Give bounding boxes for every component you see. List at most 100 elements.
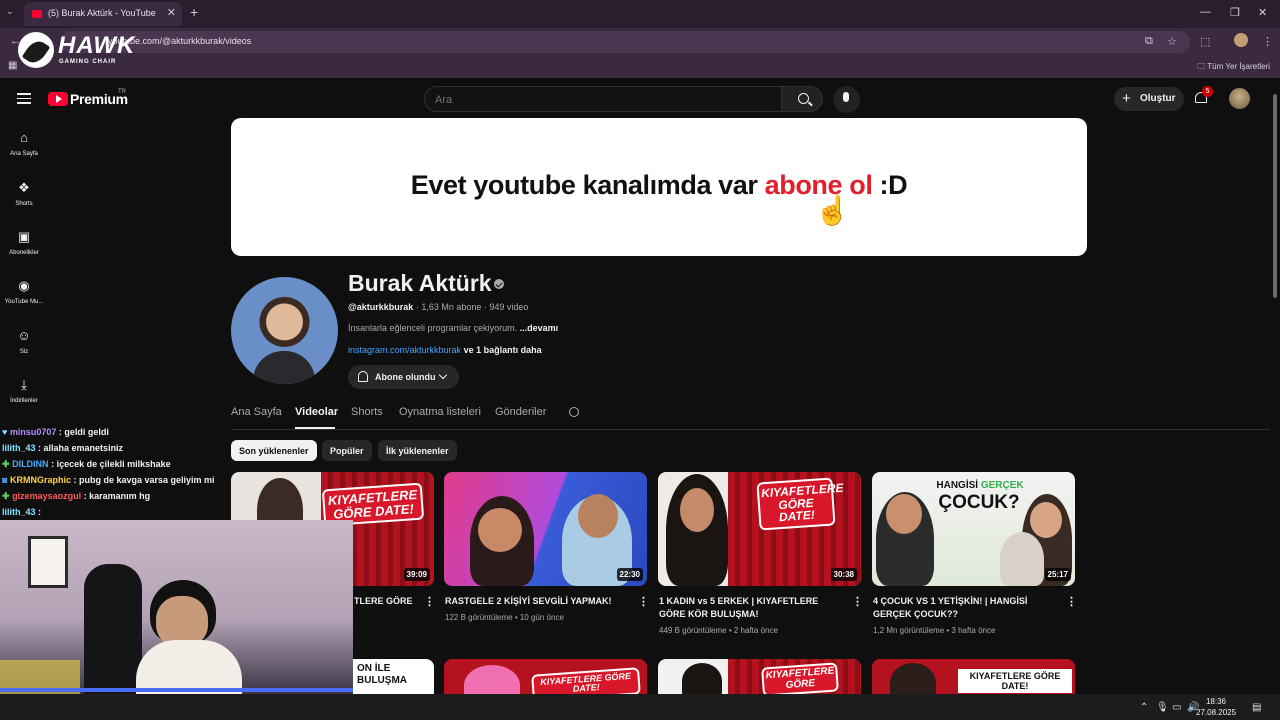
extensions-icon[interactable]: ⬚ — [1200, 35, 1210, 48]
verified-icon — [494, 279, 504, 289]
scroll-thumb[interactable] — [1273, 94, 1277, 298]
tab-posts[interactable]: Gönderiler — [495, 406, 546, 418]
tab-search-menu-icon[interactable]: ⌄ — [6, 6, 14, 17]
sidebar-item-home[interactable]: ⌂ Ana Sayfa — [0, 118, 48, 164]
tray-chevron-up-icon[interactable]: ⌃ — [1140, 702, 1148, 713]
avatar-shirt — [253, 351, 315, 384]
chat-message: ✚ gizemaysaozgul : karamanım hg — [2, 491, 150, 502]
thumbnail-headline: ON İLE BULUŞMA — [357, 663, 407, 686]
thumbnail-badge: KIYAFETLERE GÖRE DATE! — [958, 669, 1072, 693]
sidebar-item-label: Ana Sayfa — [10, 151, 38, 157]
all-bookmarks-label: Tüm Yer İşaretleri — [1207, 62, 1270, 71]
sidebar-item-you[interactable]: ☺ Siz — [0, 316, 48, 362]
feather-icon — [21, 37, 51, 67]
video-thumbnail[interactable]: KIYAFETLERE GÖRE — [658, 659, 861, 694]
video-age: 2 hafta önce — [733, 626, 778, 635]
video-title[interactable]: 1 KADIN vs 5 ERKEK | KIYAFETLERE GÖRE KÖ… — [659, 595, 837, 621]
channel-search-icon[interactable] — [569, 407, 579, 417]
webcam-overlay — [0, 520, 353, 700]
bookmark-star-icon[interactable]: ☆ — [1167, 35, 1177, 48]
video-title[interactable]: TLERE GÖRE — [354, 595, 414, 608]
chip-oldest[interactable]: İlk yüklenenler — [378, 440, 457, 461]
description-more[interactable]: ...devamı — [520, 323, 559, 333]
thumbnail-headline-top: HANGİSİ — [936, 480, 979, 491]
cast-icon[interactable]: ⧉ — [1145, 35, 1153, 48]
led-strip — [0, 688, 353, 692]
sidebar-item-subscriptions[interactable]: ▣ Abonelikler — [0, 217, 48, 263]
thumbnail-person — [890, 663, 936, 694]
channel-handle: @akturkkburak — [348, 302, 414, 312]
tab-shorts[interactable]: Shorts — [351, 406, 383, 418]
chat-text: : allaha emanetsiniz — [38, 443, 124, 453]
video-duration: 25:17 — [1044, 568, 1071, 581]
sidebar-item-shorts[interactable]: ❖ Shorts — [0, 168, 48, 214]
sidebar-item-youtube-music[interactable]: ◉ YouTube Mu... — [0, 266, 48, 312]
chip-popular[interactable]: Popüler — [322, 440, 372, 461]
browser-menu-icon[interactable]: ⋮ — [1262, 35, 1273, 48]
microphone-icon[interactable]: 🎙 — [1156, 702, 1169, 713]
subscriber-count: 1,63 Mn abone — [421, 302, 482, 312]
page-scrollbar[interactable] — [1270, 80, 1280, 694]
video-thumbnail[interactable]: KIYAFETLERE GÖRE DATE! — [872, 659, 1075, 694]
youtube-favicon-icon — [32, 10, 42, 18]
country-code: TR — [118, 89, 126, 95]
channel-description[interactable]: İnsanlarla eğlenceli programlar çekiyoru… — [348, 323, 558, 333]
browser-tab[interactable]: (5) Burak Aktürk - YouTube ✕ — [24, 2, 182, 26]
search-box[interactable] — [424, 86, 782, 112]
video-menu-icon[interactable]: ⋮ — [852, 595, 863, 608]
tab-playlists[interactable]: Oynatma listeleri — [399, 406, 481, 418]
video-views: 1,2 Mn görüntüleme — [873, 626, 945, 635]
network-icon[interactable]: ▭ — [1172, 702, 1181, 713]
search-icon — [798, 93, 809, 104]
video-thumbnail[interactable]: 22:30 — [444, 472, 647, 586]
video-meta: 122 B görüntüleme • 10 gün önce — [445, 613, 564, 622]
new-tab-icon[interactable]: + — [190, 4, 198, 20]
thumbnail-person — [1000, 532, 1044, 586]
create-button[interactable]: + Oluştur — [1114, 87, 1184, 111]
search-button[interactable] — [781, 86, 823, 112]
video-thumbnail[interactable]: HANGİSİ GERÇEK ÇOCUK? 25:17 — [872, 472, 1075, 586]
chat-message: lilith_43 : — [2, 507, 41, 517]
video-menu-icon[interactable]: ⋮ — [424, 595, 435, 608]
download-icon: ⤓ — [21, 377, 27, 392]
all-bookmarks[interactable]: 🗀 Tüm Yer İşaretleri — [1197, 61, 1270, 75]
channel-meta: @akturkkburak · 1,63 Mn abone · 949 vide… — [348, 302, 529, 312]
chip-latest[interactable]: Son yüklenenler — [231, 440, 317, 461]
home-icon: ⌂ — [20, 130, 28, 145]
system-clock[interactable]: 18:36 27.08.2025 — [1196, 696, 1236, 718]
chat-user: minsu0707 — [9, 427, 57, 437]
chat-user: KRMNGraphic — [9, 475, 71, 485]
tab-close-icon[interactable]: ✕ — [167, 6, 176, 19]
mini-guide-sidebar: ⌂ Ana Sayfa ❖ Shorts ▣ Abonelikler ◉ You… — [0, 118, 48, 428]
clock-date: 27.08.2025 — [1196, 708, 1237, 717]
notification-center-icon[interactable]: ▤ — [1252, 702, 1261, 713]
video-menu-icon[interactable]: ⋮ — [1066, 595, 1077, 608]
close-window-icon[interactable]: ✕ — [1258, 6, 1267, 19]
sidebar-item-downloads[interactable]: ⤓ İndirilenler — [0, 365, 48, 411]
restore-icon[interactable]: ❐ — [1230, 6, 1240, 19]
hawk-sponsor-logo: HAWK GAMING CHAIR — [18, 30, 134, 70]
voice-search-button[interactable] — [833, 86, 860, 113]
subscribed-button[interactable]: Abone olundu — [348, 365, 459, 389]
video-thumbnail[interactable]: KIYAFETLERE GÖRE DATE! 30:38 — [658, 472, 861, 586]
more-links[interactable]: ve 1 bağlantı daha — [464, 345, 542, 355]
channel-avatar[interactable] — [231, 277, 338, 384]
video-thumbnail[interactable]: KIYAFETLERE GÖRE DATE! — [444, 659, 647, 694]
video-menu-icon[interactable]: ⋮ — [638, 595, 649, 608]
video-title[interactable]: 4 ÇOCUK VS 1 YETİŞKİN! | HANGİSİ GERÇEK … — [873, 595, 1051, 621]
menu-icon[interactable] — [17, 93, 31, 104]
plus-icon: + — [1122, 90, 1131, 107]
address-bar[interactable]: youtube.com/@akturkkburak/videos — [60, 31, 1190, 53]
tab-home[interactable]: Ana Sayfa — [231, 406, 282, 418]
thumbnail-badge: KIYAFETLERE GÖRE DATE! — [756, 477, 844, 531]
instagram-link[interactable]: instagram.com/akturkkburak — [348, 345, 461, 355]
profile-avatar[interactable] — [1234, 33, 1248, 47]
minimize-icon[interactable]: — — [1200, 6, 1211, 18]
video-views: 449 B görüntüleme — [659, 626, 727, 635]
video-title[interactable]: RASTGELE 2 KİŞİYİ SEVGİLİ YAPMAK! — [445, 595, 623, 608]
thumbnail-person-face — [578, 494, 618, 538]
apps-grid-icon[interactable]: ▦ — [8, 60, 17, 71]
tab-videos[interactable]: Videolar — [295, 406, 338, 418]
search-input[interactable] — [435, 94, 755, 106]
account-avatar[interactable] — [1229, 88, 1250, 109]
